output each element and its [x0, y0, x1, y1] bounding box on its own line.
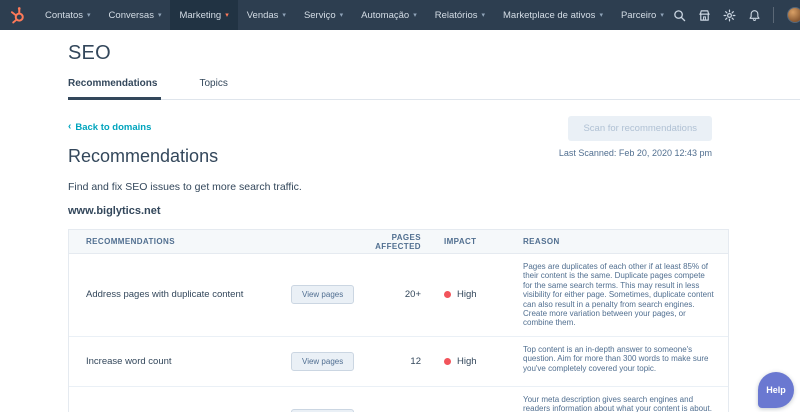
nav-menu: Contatos ▾ Conversas ▾ Marketing ▾ Venda…	[36, 0, 673, 30]
table-row: Add meta description View pages 20+ Medi…	[69, 387, 728, 412]
pages-affected-value: 12	[371, 337, 421, 386]
back-link-label: Back to domains	[75, 122, 151, 133]
chevron-down-icon: ▾	[282, 12, 286, 19]
scan-for-recommendations-button[interactable]: Scan for recommendations	[568, 116, 712, 141]
nav-item-label: Contatos	[45, 10, 83, 21]
nav-item-conversas[interactable]: Conversas ▾	[100, 0, 171, 30]
column-header-pages-affected: PAGES AFFECTED	[371, 233, 421, 251]
nav-item-contatos[interactable]: Contatos ▾	[36, 0, 100, 30]
impact-cell: High	[421, 254, 514, 336]
top-navbar: Contatos ▾ Conversas ▾ Marketing ▾ Venda…	[0, 0, 800, 30]
nav-item-vendas[interactable]: Vendas ▾	[238, 0, 295, 30]
pages-affected-value: 20+	[371, 254, 421, 336]
reason-text: Top content is an in-depth answer to som…	[514, 337, 728, 386]
nav-item-label: Parceiro	[621, 10, 656, 21]
table-header-row: RECOMMENDATIONS PAGES AFFECTED IMPACT RE…	[69, 230, 728, 254]
nav-item-parceiro[interactable]: Parceiro ▾	[612, 0, 673, 30]
nav-item-automacao[interactable]: Automação ▾	[352, 0, 426, 30]
marketplace-icon[interactable]	[698, 8, 712, 22]
help-button[interactable]: Help	[758, 372, 794, 408]
nav-item-label: Vendas	[247, 10, 279, 21]
tab-recommendations[interactable]: Recommendations	[68, 78, 161, 100]
chevron-down-icon: ▾	[482, 12, 486, 19]
nav-item-label: Relatórios	[435, 10, 478, 21]
tab-topics[interactable]: Topics	[199, 78, 231, 100]
recommendation-name: Address pages with duplicate content	[69, 254, 291, 336]
scan-area: Scan for recommendations Last Scanned: F…	[559, 116, 712, 158]
recommendation-name: Increase word count	[69, 337, 291, 386]
chevron-down-icon: ▾	[660, 12, 664, 19]
view-pages-button[interactable]: View pages	[291, 352, 354, 371]
nav-divider	[773, 7, 774, 23]
tab-bar: Recommendations Topics	[68, 78, 800, 100]
impact-cell: High	[421, 337, 514, 386]
last-scanned-text: Last Scanned: Feb 20, 2020 12:43 pm	[559, 148, 712, 158]
chevron-down-icon: ▾	[225, 12, 229, 19]
recommendation-name: Add meta description	[69, 387, 291, 412]
nav-right-tools: biglytics.net ▾	[673, 7, 800, 23]
reason-text: Pages are duplicates of each other if at…	[514, 254, 728, 336]
reason-text: Your meta description gives search engin…	[514, 387, 728, 412]
nav-item-label: Marketplace de ativos	[503, 10, 595, 21]
chevron-down-icon: ▾	[340, 12, 344, 19]
avatar	[787, 7, 800, 23]
view-pages-cell: View pages	[291, 387, 371, 412]
nav-item-relatorios[interactable]: Relatórios ▾	[426, 0, 494, 30]
nav-item-label: Conversas	[109, 10, 154, 21]
hubspot-logo[interactable]	[8, 4, 28, 26]
column-header-recommendations: RECOMMENDATIONS	[69, 237, 291, 246]
chevron-down-icon: ▾	[158, 12, 162, 19]
column-header-impact: IMPACT	[421, 237, 514, 246]
account-menu[interactable]: biglytics.net ▾	[785, 7, 800, 23]
impact-dot	[444, 358, 451, 365]
page-title: SEO	[68, 42, 800, 65]
table-row: Address pages with duplicate content Vie…	[69, 254, 728, 337]
search-icon[interactable]	[673, 8, 687, 22]
settings-gear-icon[interactable]	[723, 8, 737, 22]
chevron-left-icon: ‹	[68, 122, 71, 132]
chevron-down-icon: ▾	[599, 12, 603, 19]
nav-item-label: Automação	[361, 10, 409, 21]
impact-label: High	[457, 289, 477, 300]
notifications-bell-icon[interactable]	[748, 8, 762, 22]
recommendations-table: RECOMMENDATIONS PAGES AFFECTED IMPACT RE…	[68, 229, 729, 412]
nav-item-label: Serviço	[304, 10, 336, 21]
nav-item-marketing[interactable]: Marketing ▾	[170, 0, 237, 30]
view-pages-cell: View pages	[291, 337, 371, 386]
column-header-reason: REASON	[514, 237, 728, 246]
recommendations-section: ‹ Back to domains Recommendations Find a…	[0, 100, 800, 217]
chevron-down-icon: ▾	[87, 12, 91, 19]
impact-cell: Medium	[421, 387, 514, 412]
chevron-down-icon: ▾	[413, 12, 417, 19]
nav-item-label: Marketing	[179, 10, 221, 21]
impact-label: High	[457, 356, 477, 367]
back-to-domains-link[interactable]: ‹ Back to domains	[68, 122, 151, 133]
view-pages-button[interactable]: View pages	[291, 285, 354, 304]
domain-name: www.biglytics.net	[68, 205, 800, 217]
table-row: Increase word count View pages 12 High T…	[69, 337, 728, 387]
nav-item-servico[interactable]: Serviço ▾	[295, 0, 352, 30]
section-subtitle: Find and fix SEO issues to get more sear…	[68, 181, 800, 193]
view-pages-cell: View pages	[291, 254, 371, 336]
nav-item-marketplace-de-ativos[interactable]: Marketplace de ativos ▾	[494, 0, 612, 30]
page-head: SEO Recommendations Topics	[0, 30, 800, 100]
pages-affected-value: 20+	[371, 387, 421, 412]
impact-dot	[444, 291, 451, 298]
